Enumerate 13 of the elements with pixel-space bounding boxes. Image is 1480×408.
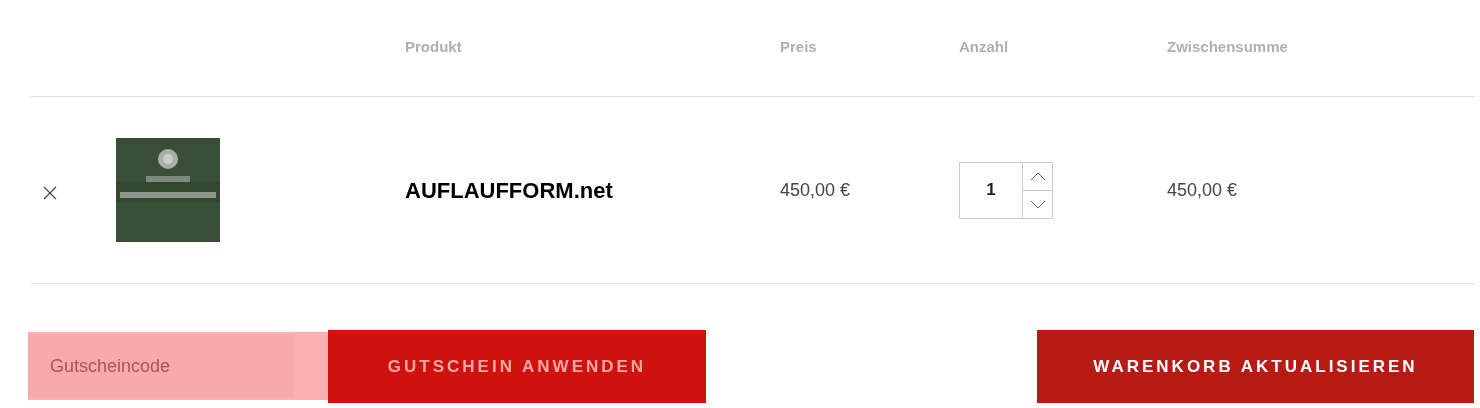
quantity-field[interactable]: 1	[959, 161, 1053, 219]
update-cart-button[interactable]: WARENKORB AKTUALISIEREN	[1037, 330, 1474, 403]
column-header: Zwischensumme	[1167, 36, 1289, 57]
chevron-down-icon	[1029, 199, 1046, 209]
column-header: Preis	[780, 36, 818, 57]
coupon-field[interactable]: Gutscheincode	[28, 332, 328, 400]
column-header: Produkt	[405, 36, 463, 57]
chevron-up-icon	[1029, 171, 1046, 181]
product-name[interactable]: AUFLAUFFORM.net	[405, 173, 780, 207]
remove-icon[interactable]	[43, 186, 57, 200]
subtotal: 450,00 €	[1167, 178, 1239, 202]
column-header: Anzahl	[959, 36, 1010, 57]
price: 450,00 €	[780, 178, 852, 202]
